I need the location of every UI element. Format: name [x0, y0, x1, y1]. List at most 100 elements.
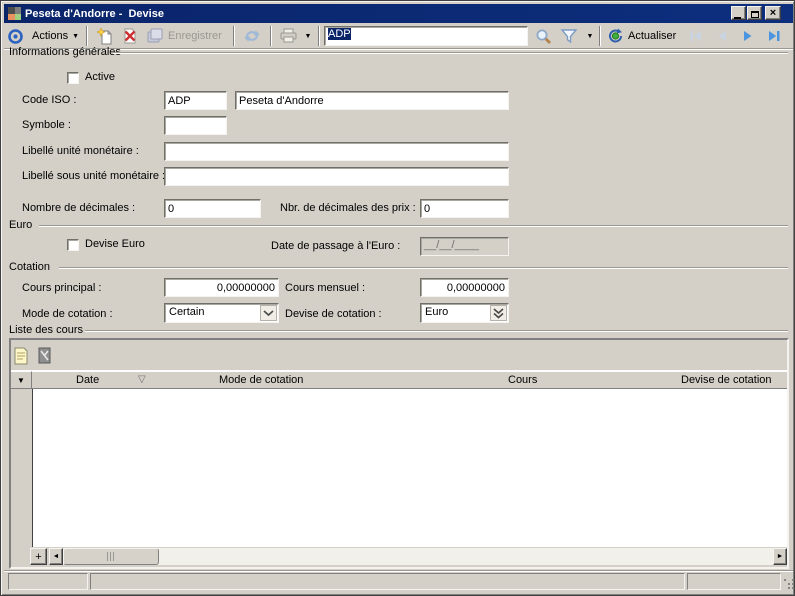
funnel-icon: [560, 28, 578, 44]
save-button-label: Enregistrer: [168, 30, 222, 42]
nav-last-button[interactable]: [762, 26, 786, 46]
devise-euro-checkbox[interactable]: [67, 239, 79, 251]
section-label-general: Informations générales: [9, 46, 121, 59]
grid-delete-row-button[interactable]: [38, 344, 58, 367]
print-dropdown-button[interactable]: ▼: [301, 26, 315, 46]
scroll-left-icon: ◄: [53, 553, 60, 560]
close-button[interactable]: ×: [765, 6, 781, 20]
actualiser-icon: [607, 28, 624, 44]
title-bar[interactable]: Peseta d'Andorre - Devise: [4, 4, 793, 23]
grid-new-row-button[interactable]: [14, 344, 34, 367]
section-label-euro: Euro: [9, 219, 32, 232]
grid-body[interactable]: [33, 389, 787, 547]
toolbar-separator: [233, 26, 235, 46]
nav-previous-icon: [714, 29, 730, 43]
cours-mensuel-input[interactable]: [420, 278, 509, 297]
toolbar-separator: [318, 26, 320, 46]
devise-cotation-combo[interactable]: Euro: [420, 303, 509, 323]
thumb-grip: [107, 552, 115, 561]
application-icon[interactable]: [8, 7, 21, 20]
mode-cotation-label: Mode de cotation :: [22, 308, 113, 321]
delete-row-icon: [38, 347, 58, 364]
column-header-mode-cotation[interactable]: Mode de cotation: [219, 374, 303, 386]
row-selector-header-cell[interactable]: ▼: [11, 371, 32, 389]
chevron-down-icon: [263, 310, 274, 317]
window-title: Peseta d'Andorre - Devise: [25, 8, 164, 20]
date-passage-mask: __/__/____: [424, 239, 479, 251]
search-input[interactable]: ADP: [324, 26, 528, 46]
search-input-selected-text: ADP: [328, 28, 351, 40]
actions-button-label: Actions: [32, 30, 68, 42]
code-iso-input[interactable]: [164, 91, 227, 110]
mode-cotation-combo[interactable]: Certain: [164, 303, 279, 323]
print-button[interactable]: [275, 26, 301, 46]
window: Peseta d'Andorre - Devise × Actions ▼ En…: [0, 0, 795, 596]
column-header-date[interactable]: Date: [76, 374, 99, 386]
chevron-down-icon: ▼: [305, 33, 312, 40]
column-header-cours[interactable]: Cours: [508, 374, 537, 386]
section-line-general: [113, 52, 788, 54]
grid-toolbar: [11, 340, 787, 371]
cours-grid: ▼ Date ▽ Mode de cotation Cours Devise d…: [9, 338, 789, 569]
mode-cotation-value: Certain: [169, 306, 204, 318]
filter-dropdown-button[interactable]: ▼: [583, 26, 597, 46]
designation-input[interactable]: [235, 91, 509, 110]
nb-decimales-input[interactable]: [164, 199, 261, 218]
statusbar-top-divider: [4, 570, 793, 572]
chevron-down-icon: ▼: [72, 33, 79, 40]
libelle-sous-unite-input[interactable]: [164, 167, 509, 186]
scroll-right-button[interactable]: ►: [773, 548, 787, 565]
nb-decimales-prix-label: Nbr. de décimales des prix :: [280, 202, 416, 215]
libelle-unite-label: Libellé unité monétaire :: [22, 145, 139, 158]
status-panel-right: [687, 573, 781, 590]
add-row-button[interactable]: +: [30, 548, 47, 565]
active-checkbox[interactable]: [67, 72, 79, 84]
delete-button[interactable]: [118, 26, 142, 46]
scroll-right-icon: ►: [777, 553, 784, 560]
new-document-icon: [97, 28, 113, 45]
horizontal-scrollbar[interactable]: ◄ ►: [49, 548, 787, 565]
date-passage-label: Date de passage à l'Euro :: [271, 240, 400, 253]
row-selector-arrow-icon: ▼: [17, 376, 25, 385]
nb-decimales-label: Nombre de décimales :: [22, 202, 135, 215]
scrollbar-thumb[interactable]: [63, 548, 159, 565]
save-icon: [146, 28, 164, 44]
active-label: Active: [85, 71, 115, 84]
search-button[interactable]: [532, 26, 554, 46]
code-iso-label: Code ISO :: [22, 94, 76, 107]
cours-principal-input[interactable]: [164, 278, 279, 297]
filter-button[interactable]: [557, 26, 581, 46]
nav-previous-button[interactable]: [711, 26, 733, 46]
nav-last-icon: [766, 29, 782, 43]
save-button[interactable]: Enregistrer: [143, 26, 225, 46]
column-header-devise-cotation[interactable]: Devise de cotation: [681, 374, 772, 386]
close-icon: ×: [770, 7, 776, 19]
minimize-button[interactable]: [731, 6, 746, 20]
new-button[interactable]: [93, 26, 117, 46]
symbole-input[interactable]: [164, 116, 227, 135]
devise-euro-label: Devise Euro: [85, 238, 145, 251]
maximize-button[interactable]: [747, 6, 762, 20]
refresh-data-button[interactable]: Actualiser: [604, 26, 679, 46]
scroll-left-button[interactable]: ◄: [49, 548, 63, 565]
minimize-icon: [734, 17, 741, 19]
resize-grip[interactable]: [784, 579, 786, 581]
status-panel-left: [8, 573, 88, 590]
nav-next-button[interactable]: [737, 26, 759, 46]
status-panel-middle: [90, 573, 685, 590]
sort-indicator-icon[interactable]: ▽: [138, 374, 146, 385]
nav-first-button[interactable]: [685, 26, 707, 46]
actions-button[interactable]: Actions ▼: [29, 26, 82, 46]
libelle-unite-input[interactable]: [164, 142, 509, 161]
devise-cotation-dropdown-button[interactable]: [490, 305, 507, 321]
refresh-icon: [243, 28, 261, 44]
refresh-button[interactable]: [238, 26, 266, 46]
maximize-icon: [751, 11, 759, 18]
mode-cotation-dropdown-button[interactable]: [260, 305, 277, 321]
refresh-data-button-label: Actualiser: [628, 30, 676, 42]
devise-cotation-label: Devise de cotation :: [285, 308, 382, 321]
toolbar-separator: [270, 26, 272, 46]
magnifier-icon: [535, 28, 552, 45]
section-line-euro: [39, 225, 788, 227]
nb-decimales-prix-input[interactable]: [420, 199, 509, 218]
